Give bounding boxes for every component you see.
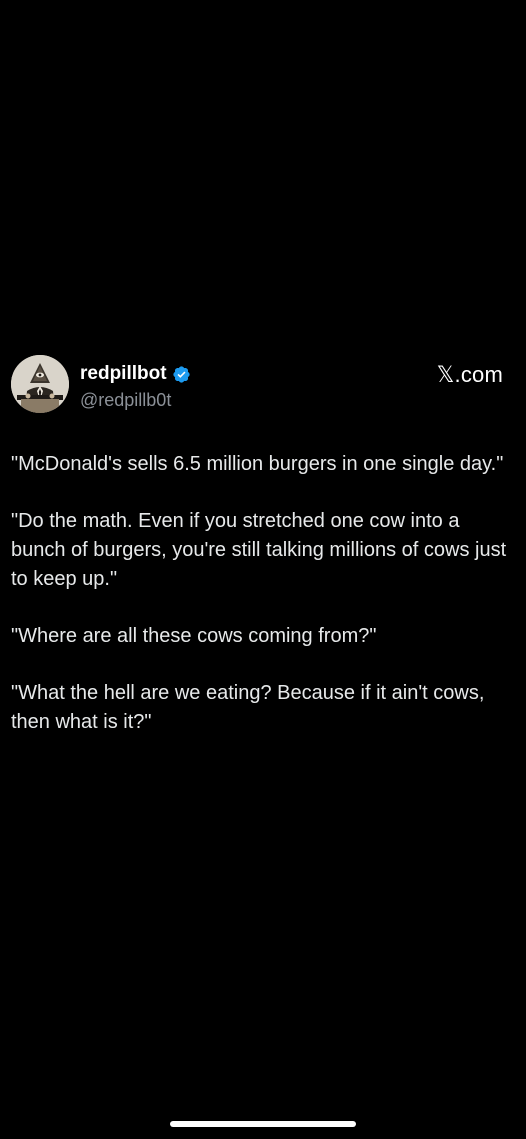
tweet-paragraph: "What the hell are we eating? Because if… bbox=[11, 682, 485, 733]
author-display-name[interactable]: redpillbot bbox=[80, 362, 167, 386]
tweet-paragraph: "McDonald's sells 6.5 million burgers in… bbox=[11, 453, 504, 475]
tweet-paragraph: "Do the math. Even if you stretched one … bbox=[11, 510, 507, 590]
tweet-card: redpillbot @redpillb0t 𝕏.com "McDonald's… bbox=[0, 0, 526, 1139]
verified-badge-icon bbox=[172, 365, 191, 384]
pyramid-eye-figure-icon bbox=[11, 355, 69, 413]
author-name-row: redpillbot bbox=[80, 362, 191, 386]
author-avatar[interactable] bbox=[11, 355, 69, 413]
home-indicator[interactable] bbox=[170, 1121, 356, 1127]
tweet-paragraph: "Where are all these cows coming from?" bbox=[11, 625, 377, 647]
x-watermark: 𝕏.com bbox=[436, 362, 503, 387]
tweet-text: "McDonald's sells 6.5 million burgers in… bbox=[11, 450, 516, 765]
author-handle[interactable]: @redpillb0t bbox=[80, 388, 171, 412]
